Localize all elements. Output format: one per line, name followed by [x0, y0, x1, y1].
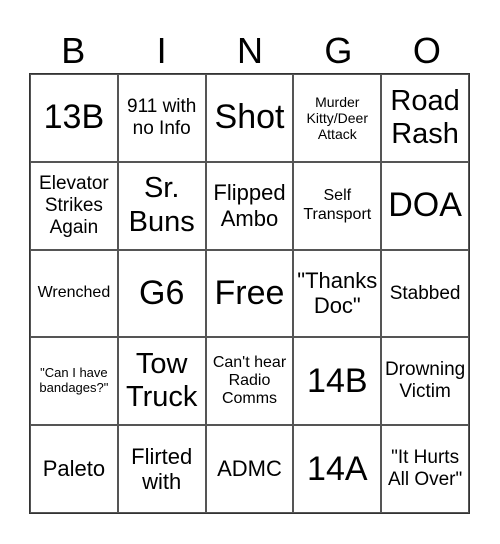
header-letter-g: G: [324, 30, 353, 71]
bingo-cell[interactable]: Murder Kitty/Deer Attack: [293, 74, 382, 162]
bingo-header: B I N G O: [29, 28, 471, 73]
bingo-cell[interactable]: Drowning Victim: [381, 337, 469, 426]
bingo-cell[interactable]: G6: [117, 249, 206, 338]
bingo-cell[interactable]: Paleto: [30, 425, 118, 513]
bingo-cell[interactable]: Elevator Strikes Again: [30, 161, 118, 250]
bingo-cell[interactable]: "It Hurts All Over": [381, 425, 469, 513]
bingo-cell[interactable]: Flirted with: [117, 425, 206, 513]
header-letter-n: N: [237, 30, 264, 71]
bingo-cell[interactable]: Shot: [205, 74, 294, 162]
bingo-cell[interactable]: ADMC: [205, 425, 294, 513]
bingo-cell[interactable]: Sr. Buns: [117, 161, 206, 250]
bingo-cell[interactable]: 14A: [293, 425, 382, 513]
bingo-cell[interactable]: Stabbed: [381, 249, 469, 338]
bingo-grid: 13B 911 with no Info Shot Murder Kitty/D…: [29, 73, 470, 514]
bingo-cell[interactable]: Wrenched: [30, 249, 118, 338]
bingo-cell[interactable]: Flipped Ambo: [205, 161, 294, 250]
bingo-cell[interactable]: "Can I have bandages?": [30, 337, 118, 426]
bingo-cell[interactable]: Can't hear Radio Comms: [205, 337, 294, 426]
header-letter-i: I: [156, 30, 167, 71]
bingo-cell[interactable]: Self Transport: [293, 161, 382, 250]
bingo-cell[interactable]: 14B: [293, 337, 382, 426]
header-letter-b: B: [61, 30, 86, 71]
bingo-cell[interactable]: Tow Truck: [117, 337, 206, 426]
bingo-cell[interactable]: 13B: [30, 74, 118, 162]
bingo-cell[interactable]: 911 with no Info: [117, 74, 206, 162]
bingo-cell[interactable]: Road Rash: [381, 74, 469, 162]
bingo-cell[interactable]: DOA: [381, 161, 469, 250]
bingo-cell[interactable]: "Thanks Doc": [293, 249, 382, 338]
header-letter-o: O: [412, 30, 441, 71]
free-space[interactable]: Free: [205, 249, 294, 338]
